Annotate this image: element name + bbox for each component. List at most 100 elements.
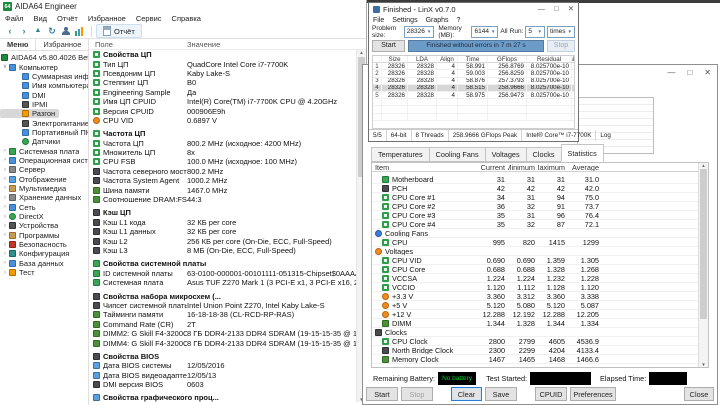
expander-icon[interactable] xyxy=(1,231,9,239)
maximize-icon[interactable]: □ xyxy=(687,68,692,78)
stat-item-cell[interactable]: Memory Clock xyxy=(372,355,478,364)
field-row[interactable]: Кэш L3 8 МБ (On-Die, ECC, Full-Speed) xyxy=(93,246,357,255)
stat-item-cell[interactable]: CPU Core xyxy=(372,265,478,274)
stats-scrollbar[interactable]: ▲ ▼ xyxy=(698,163,708,367)
field-row[interactable]: CPU VID 0.6897 V xyxy=(93,116,357,125)
expander-icon[interactable] xyxy=(1,213,9,221)
menu-item[interactable]: Справка xyxy=(167,14,206,23)
field-row[interactable]: Кэш L2 256 КБ per core (On-Die, ECC, Ful… xyxy=(93,236,357,246)
tree-item[interactable]: База данных xyxy=(0,259,88,268)
field-row[interactable]: Системная плата Asus TUF Z270 Mark 1 (3 … xyxy=(93,278,357,287)
maximize-icon[interactable]: □ xyxy=(554,4,559,14)
stop-button[interactable]: Stop xyxy=(547,39,575,52)
col-minimum[interactable]: Minimum xyxy=(508,163,538,172)
nav-tab[interactable]: Меню xyxy=(0,39,37,50)
stat-item-cell[interactable]: DIMM xyxy=(372,319,478,328)
run-time[interactable]: 58.515 xyxy=(458,84,488,92)
linx-titlebar[interactable]: Finished - LinX v0.7.0 — □ ✕ xyxy=(369,3,578,15)
run-gflops[interactable]: 256.8769 xyxy=(488,63,527,71)
run-lda[interactable]: 28328 xyxy=(408,70,437,78)
tree-item[interactable]: Тест xyxy=(0,268,88,277)
tree-item[interactable]: Операционная система xyxy=(0,156,88,165)
tree-item[interactable]: Имя компьютера xyxy=(0,81,88,90)
field-row[interactable]: DMI версия BIOS 0603 xyxy=(93,380,357,389)
col-lda[interactable]: LDA xyxy=(408,56,437,64)
col-size[interactable]: Size xyxy=(382,56,408,64)
field-row[interactable]: CPU FSB 100.0 MHz (исходное: 100 MHz) xyxy=(93,157,357,166)
tree-item[interactable]: IPMI xyxy=(0,100,88,109)
stat-item-cell[interactable]: Clocks xyxy=(372,328,478,337)
problem-size-select[interactable]: 28326 ▼ xyxy=(403,25,435,38)
stat-item-cell[interactable]: Cooling Fans xyxy=(372,229,478,238)
run-time[interactable]: 58.975 xyxy=(458,91,488,100)
run-residual-norm[interactable]: 3.558534e-02 xyxy=(572,84,574,92)
close-button[interactable]: Close xyxy=(684,387,714,401)
times-select[interactable]: times ▼ xyxy=(547,25,575,38)
tree-item[interactable]: Системная плата xyxy=(0,146,88,156)
menu-item[interactable]: Graphs xyxy=(422,17,453,24)
save-button[interactable]: Save xyxy=(485,387,517,401)
col-residual-norm[interactable]: Residual (norm.) xyxy=(572,56,574,64)
minimize-icon[interactable]: — xyxy=(538,4,546,14)
run-index[interactable]: 3 xyxy=(373,77,382,85)
field-row[interactable]: Дата BIOS видеоадаптера 12/05/13 xyxy=(93,371,357,380)
stability-tab[interactable]: Voltages xyxy=(484,147,527,162)
minimize-icon[interactable]: — xyxy=(667,68,675,78)
run-align[interactable]: 4 xyxy=(437,84,458,92)
expander-icon[interactable] xyxy=(1,147,9,155)
field-row[interactable]: ID системной платы 63-0100-000001-001011… xyxy=(93,269,357,278)
col-item[interactable]: Item xyxy=(372,163,478,172)
report-button[interactable]: Отчёт xyxy=(96,24,142,38)
expander-icon[interactable] xyxy=(1,203,9,211)
stability-tab[interactable]: Temperatures xyxy=(371,147,430,162)
expander-icon[interactable] xyxy=(1,184,9,192)
column-field[interactable]: Поле xyxy=(89,40,187,49)
run-index[interactable]: 1 xyxy=(373,63,382,71)
stat-item-cell[interactable]: CPU Core #1 xyxy=(372,193,478,202)
expander-icon[interactable] xyxy=(1,250,9,258)
start-button[interactable]: Start xyxy=(366,387,398,401)
tree-item[interactable]: Разгон xyxy=(0,109,60,119)
stat-item-cell[interactable]: VCCSA xyxy=(372,274,478,283)
run-residual-norm[interactable]: 3.558534e-02 xyxy=(572,92,574,100)
run-align[interactable]: 4 xyxy=(437,63,458,71)
memory-select[interactable]: 6144 ▼ xyxy=(471,25,499,38)
tree-item[interactable]: Сеть xyxy=(0,203,88,212)
run-residual[interactable]: 8.025700e-10 xyxy=(527,77,572,85)
menu-item[interactable]: Вид xyxy=(28,14,52,23)
up-icon[interactable]: ▲ xyxy=(31,25,45,37)
field-row[interactable]: Множитель ЦП 8x xyxy=(93,148,357,157)
expander-icon[interactable] xyxy=(1,156,9,164)
run-time[interactable]: 59.003 xyxy=(458,70,488,78)
run-lda[interactable]: 28328 xyxy=(408,91,437,100)
run-gflops[interactable]: 257.3793 xyxy=(488,77,527,85)
menu-item[interactable]: Settings xyxy=(388,17,421,24)
run-gflops[interactable]: 256.8259 xyxy=(488,70,527,78)
menu-item[interactable]: File xyxy=(369,17,388,24)
run-size[interactable]: 28326 xyxy=(382,63,408,71)
run-gflops[interactable]: 256.9473 xyxy=(488,91,527,100)
field-row[interactable]: Чипсет системной платы Intel Union Point… xyxy=(93,301,357,310)
stat-item-cell[interactable]: CPU VID xyxy=(372,256,478,265)
users-icon[interactable] xyxy=(59,25,73,37)
tree-item[interactable]: Компьютер xyxy=(0,62,88,72)
col-gflops[interactable]: GFlops xyxy=(488,56,527,64)
field-row[interactable]: Дата BIOS системы 12/05/2016 xyxy=(93,361,357,370)
stat-item-cell[interactable]: +5 V xyxy=(372,301,478,310)
run-index[interactable]: 4 xyxy=(373,84,382,92)
stat-item-cell[interactable]: North Bridge Clock xyxy=(372,346,478,355)
field-row[interactable]: Частота System Agent 1000.2 MHz xyxy=(93,176,357,185)
run-residual[interactable]: 8.025700e-10 xyxy=(527,63,572,71)
tree-item[interactable]: Программы xyxy=(0,231,88,240)
scroll-up-icon[interactable]: ▲ xyxy=(359,50,363,55)
tree-item[interactable]: Отображение xyxy=(0,174,88,184)
run-residual-norm[interactable]: 3.558534e-02 xyxy=(572,78,574,85)
menu-item[interactable]: ? xyxy=(453,17,465,24)
run-time[interactable]: 58.991 xyxy=(458,63,488,71)
tree-item[interactable]: Мультимедиа xyxy=(0,184,88,193)
run-size[interactable]: 28326 xyxy=(382,84,408,92)
tree-item[interactable]: Хранение данных xyxy=(0,193,88,202)
stat-item-cell[interactable]: +3.3 V xyxy=(372,292,478,301)
field-row[interactable]: Кэш L1 данных 32 КБ per core xyxy=(93,227,357,236)
expander-icon[interactable] xyxy=(1,175,9,183)
